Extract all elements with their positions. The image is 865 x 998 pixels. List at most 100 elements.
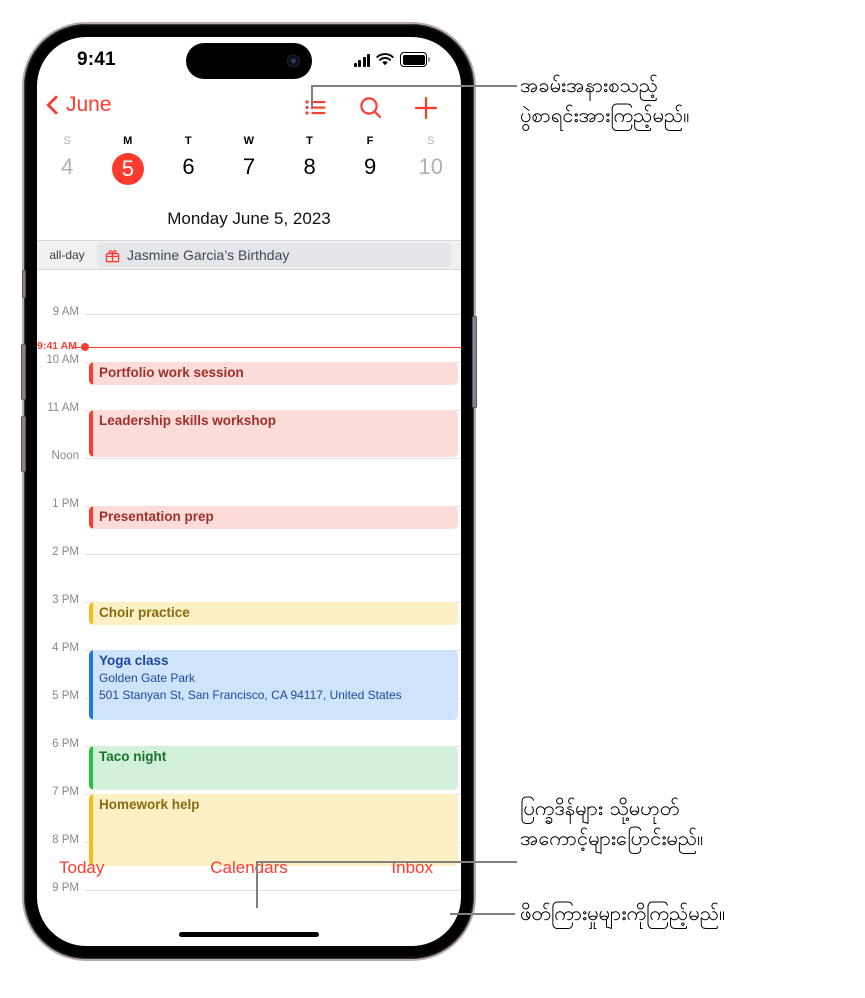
event-title: Presentation prep <box>99 509 214 524</box>
event-title: Portfolio work session <box>99 365 244 380</box>
hour-gridline <box>85 554 461 555</box>
volume-down-button[interactable] <box>21 416 26 472</box>
weekday-letter: M <box>123 135 133 147</box>
callout-list-view: အခမ်းအနားစသည့် ပွဲစာရင်းအားကြည့်မည်။ <box>520 70 860 130</box>
hour-label: 8 PM <box>52 834 79 846</box>
status-bar: 9:41 <box>37 37 461 89</box>
tab-today[interactable]: Today <box>59 858 104 878</box>
event-title: Taco night <box>99 749 167 764</box>
event-block[interactable]: Taco night <box>89 746 458 790</box>
event-address: 501 Stanyan St, San Francisco, CA 94117,… <box>99 688 402 702</box>
hour-gridline <box>85 314 461 315</box>
weekday-number: 6 <box>182 154 195 179</box>
weekday-number: 8 <box>303 154 316 179</box>
selected-day-badge: 5 <box>111 153 144 185</box>
weekday-letter: S <box>426 135 435 147</box>
event-block[interactable]: Leadership skills workshop <box>89 410 458 457</box>
callout-calendars-line2: အကောင့်များပြောင်းမည်။ <box>520 826 704 850</box>
selected-date-header: Monday June 5, 2023 <box>167 209 331 228</box>
weekday-date-cell-6[interactable]: 10 <box>400 147 461 185</box>
callout-inbox: ဖိတ်ကြားမှုများကိုကြည့်မည်။ <box>520 898 860 928</box>
weekday-number: 7 <box>242 154 256 179</box>
current-time-indicator <box>73 343 461 352</box>
hour-label: 4 PM <box>52 642 79 654</box>
mute-switch-button[interactable] <box>22 270 26 298</box>
weekday-date-cell-3[interactable]: 7 <box>219 147 280 185</box>
signal-bars-icon <box>353 54 370 67</box>
chevron-left-icon <box>46 95 66 115</box>
week-strip: S M T W T F S 4 5 6 7 8 9 10 <box>37 135 461 197</box>
callout-leader-list-view <box>311 85 517 109</box>
weekday-date-cell-2[interactable]: 6 <box>158 147 219 185</box>
weekday-date-cell-4[interactable]: 8 <box>279 147 340 185</box>
callout-leader-calendars <box>256 861 517 908</box>
hour-label: 9 AM <box>52 306 79 318</box>
event-block[interactable]: Choir practice <box>89 602 458 625</box>
event-title: Leadership skills workshop <box>99 413 277 428</box>
event-location: Golden Gate Park <box>99 671 196 685</box>
callout-list-view-line2: ပွဲစာရင်းအားကြည့်မည်။ <box>520 103 690 127</box>
weekday-date-cell-5[interactable]: 9 <box>340 147 401 185</box>
weekday-label-3: W <box>219 135 280 147</box>
day-timeline[interactable]: 9 AM 10 AM 11 AM Noon 1 PM 2 PM 3 PM 4 PM 5 PM 6 … <box>37 269 461 894</box>
front-camera-icon <box>287 54 300 68</box>
all-day-label: all-day <box>49 248 85 262</box>
event-accent-bar <box>89 410 93 457</box>
event-title: Homework help <box>99 797 200 812</box>
event-block[interactable]: Homework help <box>89 794 458 866</box>
hour-label: 6 PM <box>52 738 79 750</box>
event-block[interactable]: Yoga class Golden Gate Park 501 Stanyan St… <box>89 650 458 720</box>
hour-label: 1 PM <box>52 498 79 510</box>
hour-label: 7 PM <box>52 786 79 798</box>
weekday-label-1: M <box>98 135 159 147</box>
battery-icon <box>400 52 430 67</box>
event-accent-bar <box>89 506 93 529</box>
all-day-row[interactable]: all-day Jasmine Garcia’s Birthday <box>37 240 461 270</box>
event-accent-bar <box>89 794 93 866</box>
back-button-label: June <box>66 93 112 116</box>
hour-label: 3 PM <box>52 594 79 606</box>
weekday-date-cell-0[interactable]: 4 <box>37 147 98 185</box>
event-accent-bar <box>89 746 93 790</box>
callout-list-view-line1: အခမ်းအနားစသည့် <box>520 73 659 97</box>
event-block[interactable]: Presentation prep <box>89 506 458 529</box>
current-time-dot <box>81 343 89 352</box>
weekday-date-cell-1[interactable]: 5 <box>98 147 159 185</box>
home-indicator[interactable] <box>179 932 319 937</box>
hour-label: 11 AM <box>47 402 79 414</box>
weekday-label-5: F <box>340 135 401 147</box>
event-accent-bar <box>89 650 93 720</box>
hour-gridline <box>85 458 461 459</box>
hour-label: 2 PM <box>52 546 79 558</box>
weekday-label-0: S <box>37 135 98 147</box>
event-title: Yoga class <box>99 653 169 668</box>
dynamic-island <box>186 43 312 79</box>
callout-calendars-line1: ပြက္ခဒိန်များ သို့မဟုတ် <box>520 796 680 820</box>
weekday-letter: T <box>184 135 192 147</box>
hour-label: Noon <box>51 450 80 462</box>
wifi-icon <box>376 53 394 66</box>
weekday-number: 9 <box>364 154 377 179</box>
callout-inbox-line1: ဖိတ်ကြားမှုများကိုကြည့်မည်။ <box>520 901 726 925</box>
weekday-letter: T <box>306 135 314 147</box>
hour-label: 5 PM <box>52 690 79 702</box>
volume-up-button[interactable] <box>21 344 26 400</box>
weekday-letter: S <box>63 135 72 147</box>
all-day-event-title: Jasmine Garcia’s Birthday <box>127 247 290 263</box>
weekday-numbers-row: 4 5 6 7 8 9 10 <box>37 147 461 185</box>
iphone-device-frame: 9:41 June S M T W T F S 4 5 6 7 8 9 10 M… <box>21 24 477 959</box>
status-bar-clock: 9:41 <box>77 49 116 70</box>
weekday-labels-row: SMTWTFS <box>37 135 461 147</box>
all-day-event-birthday[interactable]: Jasmine Garcia’s Birthday <box>97 243 451 267</box>
hour-row-5: 2 PM <box>37 546 461 558</box>
current-time-label: 9:41 AM <box>37 339 77 352</box>
weekday-label-2: T <box>158 135 219 147</box>
event-block[interactable]: Portfolio work session <box>89 362 458 385</box>
weekday-number: 4 <box>61 154 74 179</box>
callout-leader-inbox <box>450 913 515 915</box>
back-to-june-button[interactable]: June <box>46 93 112 117</box>
event-accent-bar <box>89 602 93 625</box>
event-title: Choir practice <box>99 605 190 620</box>
weekday-letter: W <box>243 135 255 147</box>
power-button[interactable] <box>472 316 477 408</box>
